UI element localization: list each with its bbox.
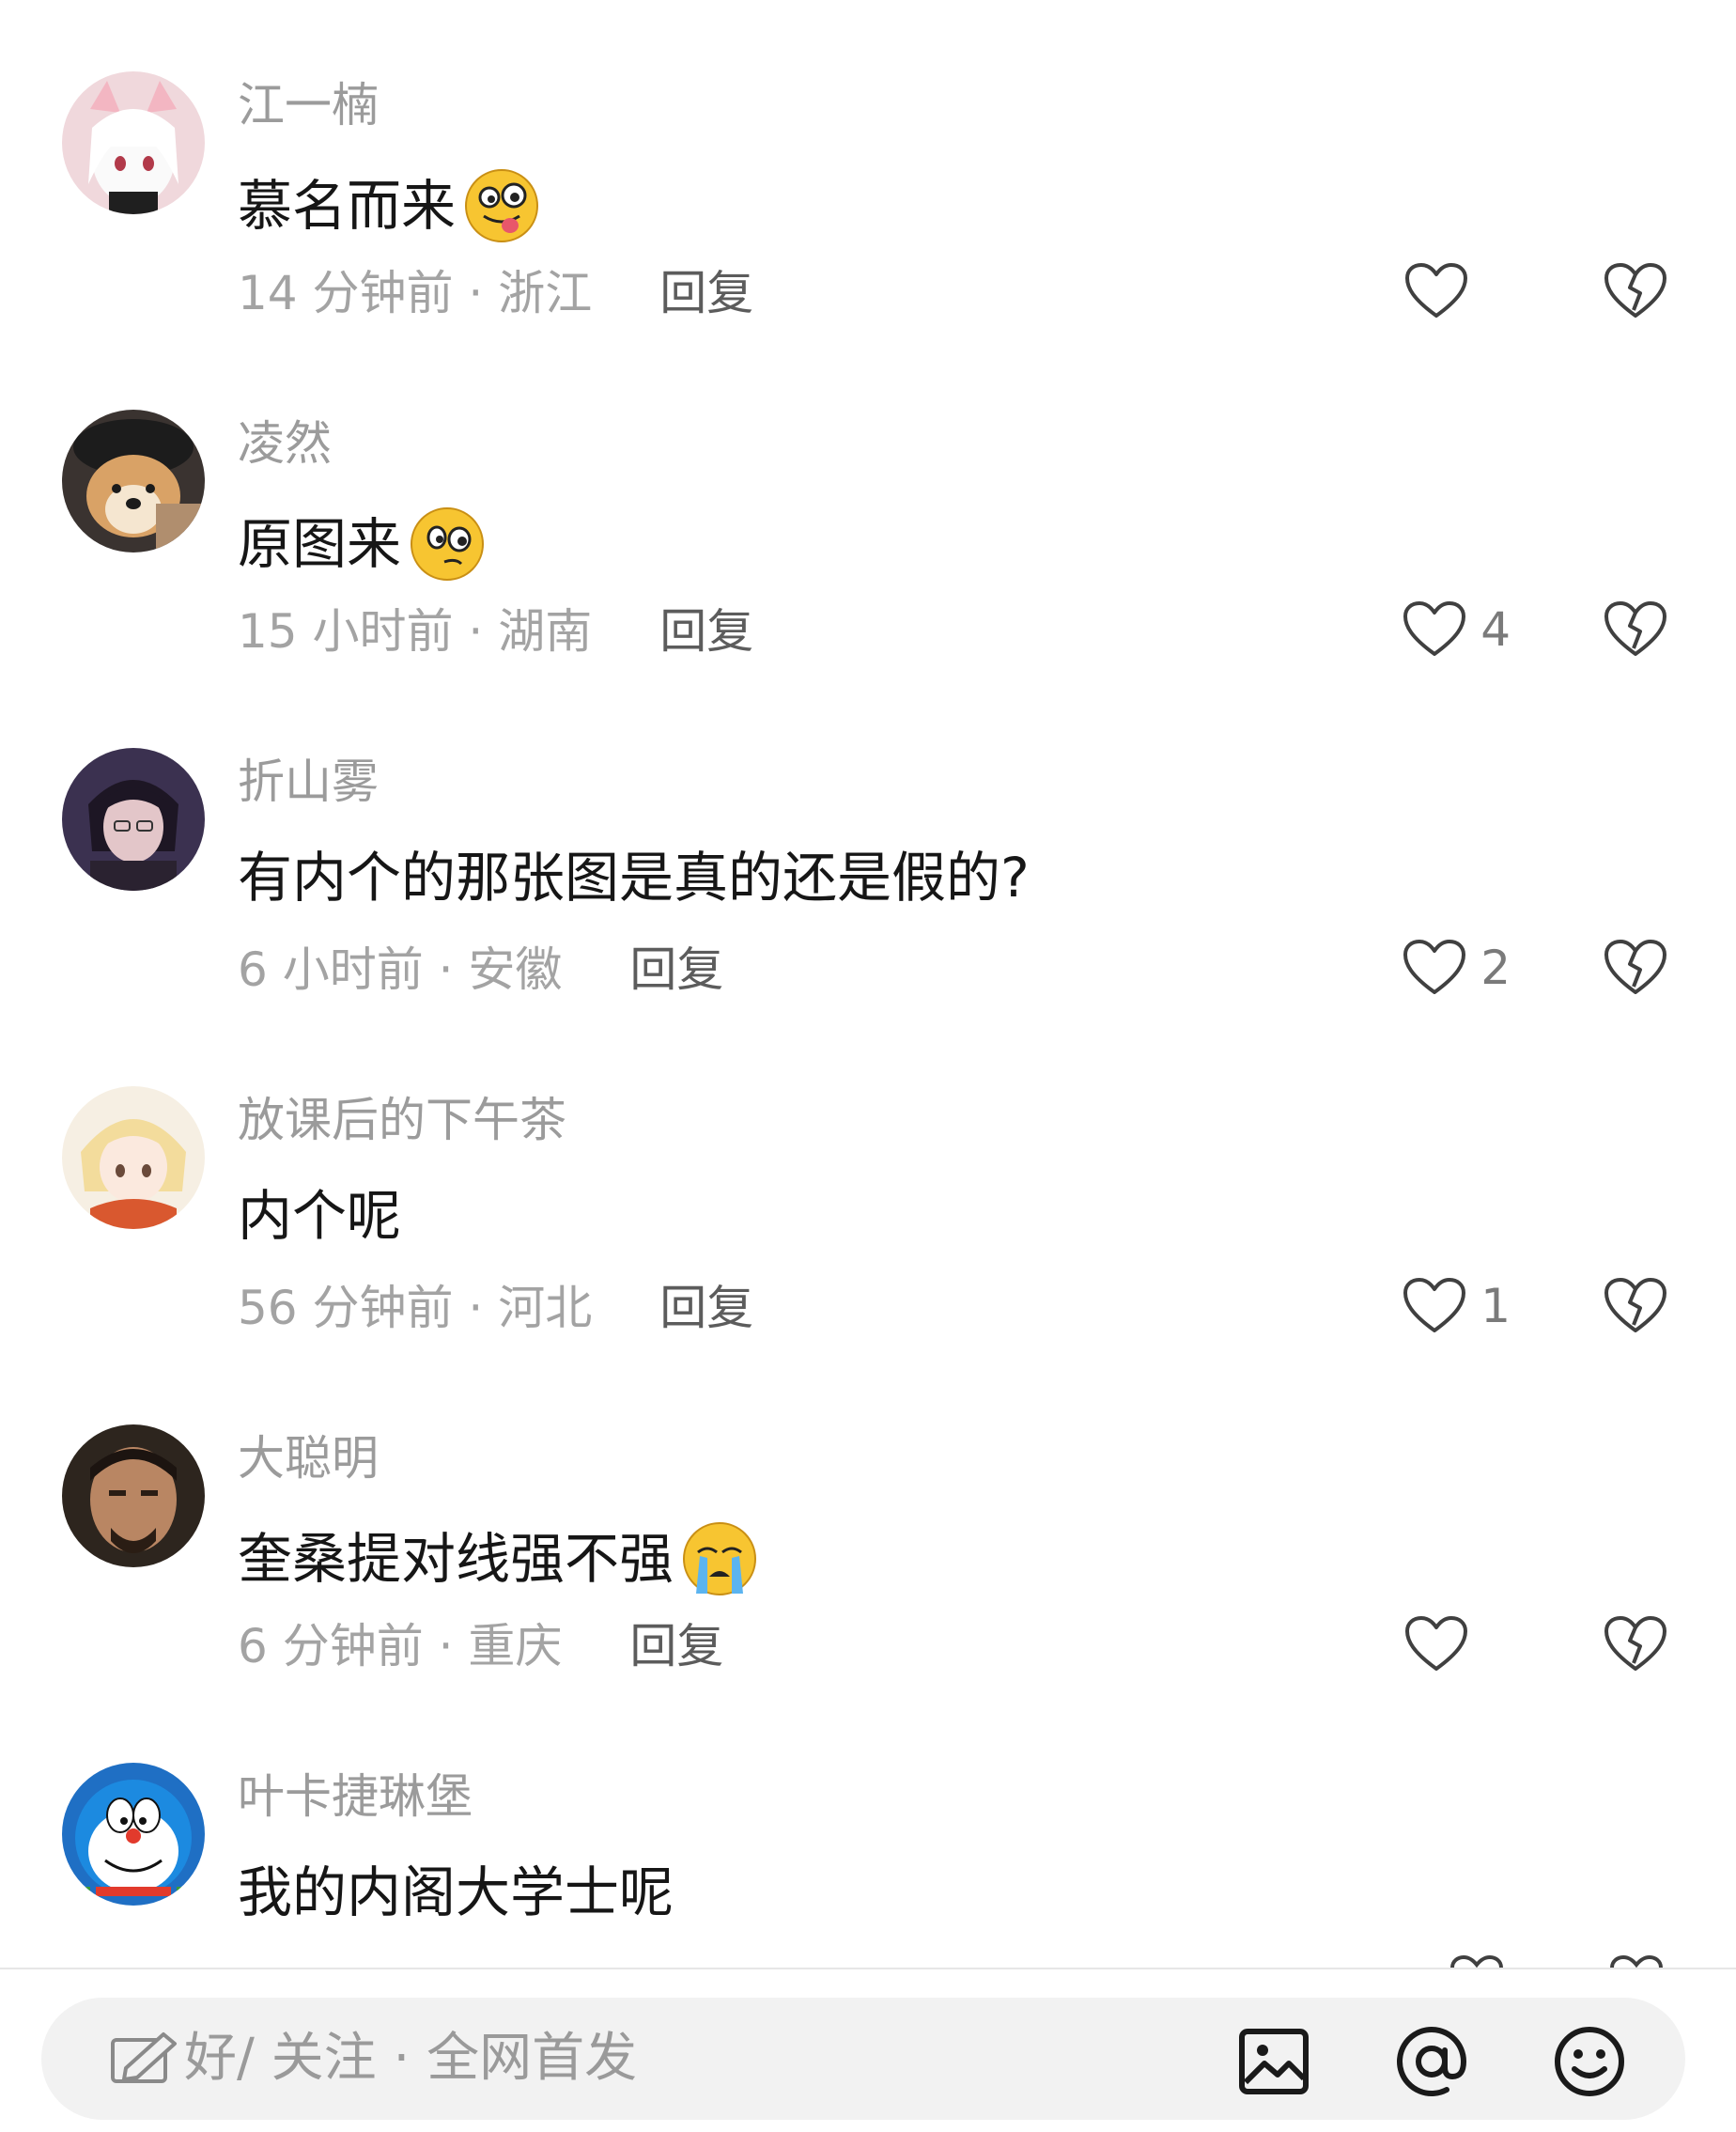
comment-item: 大聪明 奎桑提对线强不强 6 分钟前 · 重庆 回复 [0,1353,1736,1691]
avatar[interactable] [62,1763,205,1906]
comment-location: 浙江 [498,266,593,320]
comment-location: 安徽 [468,942,563,997]
comment-text-body: 我的内阁大学士呢 [238,1860,674,1924]
meta-separator: · [453,604,499,659]
username[interactable]: 折山雾 [238,752,379,812]
like-button[interactable] [1403,254,1511,329]
comment-location: 河北 [498,1281,593,1335]
like-button[interactable]: 4 [1402,592,1511,667]
heart-icon [1403,261,1469,321]
tongue-emoji-icon [461,165,542,246]
comment-text: 奎桑提对线强不强 [238,1518,760,1599]
comment-text: 我的内阁大学士呢 [238,1857,674,1928]
comment-item: 叶卡捷琳堡 我的内阁大学士呢 [0,1691,1736,2030]
avatar[interactable] [62,1424,205,1567]
meta-separator: · [453,266,499,320]
broken-heart-icon[interactable] [1603,938,1668,998]
divider [0,1968,1736,1969]
reply-button[interactable]: 回复 [629,1616,723,1676]
comment-time: 14 分钟前 [238,266,454,320]
comment-meta: 6 分钟前 · 重庆 回复 [238,1616,723,1676]
comment-text: 内个呢 [238,1180,401,1252]
comment-item: 江一楠 慕名而来 14 分钟前 · 浙江 回复 [0,0,1736,338]
username[interactable]: 江一楠 [238,75,379,135]
at-icon[interactable] [1394,2024,1469,2099]
meta-separator: · [423,1619,469,1673]
broken-heart-icon[interactable] [1603,599,1668,660]
comment-time: 15 小时前 [238,604,454,659]
comment-input-placeholder[interactable]: 好/ 关注 · 全网首发 [109,2028,637,2090]
comment-text-body: 慕名而来 [238,174,457,238]
crying-emoji-icon [679,1518,760,1599]
like-button[interactable]: 1 [1402,1268,1511,1344]
comment-text-body: 奎桑提对线强不强 [238,1527,674,1591]
comment-location: 湖南 [498,604,593,659]
like-button[interactable]: 2 [1402,930,1511,1005]
heart-icon [1402,938,1467,998]
comment-text-body: 内个呢 [238,1184,402,1248]
meta-separator: · [423,942,469,997]
like-button[interactable] [1403,1607,1511,1682]
username[interactable]: 凌然 [238,413,332,474]
emoji-icon[interactable] [1552,2024,1627,2099]
like-count: 4 [1480,602,1511,657]
like-count: 1 [1480,1279,1511,1333]
broken-heart-icon[interactable] [1603,1276,1668,1336]
username[interactable]: 叶卡捷琳堡 [238,1766,473,1827]
like-count: 2 [1480,941,1511,995]
avatar[interactable] [62,748,205,891]
avatar[interactable] [62,410,205,552]
smirk-emoji-icon [407,504,488,584]
heart-icon [1403,1614,1469,1674]
avatar[interactable] [62,71,205,214]
comment-meta: 15 小时前 · 湖南 回复 [238,601,753,661]
reply-button[interactable]: 回复 [629,940,723,1000]
username[interactable]: 放课后的下午茶 [238,1090,566,1150]
comment-meta: 14 分钟前 · 浙江 回复 [238,263,753,323]
comment-input-bar[interactable]: 好/ 关注 · 全网首发 [41,1998,1685,2120]
comment-text: 有内个的那张图是真的还是假的? [238,842,1030,913]
comment-meta: 6 小时前 · 安徽 回复 [238,940,723,1000]
comment-item: 凌然 原图来 15 小时前 · 湖南 回复 4 [0,338,1736,677]
broken-heart-icon[interactable] [1603,261,1668,321]
comment-item: 折山雾 有内个的那张图是真的还是假的? 6 小时前 · 安徽 回复 2 [0,677,1736,1015]
heart-icon [1402,599,1467,660]
comment-location: 重庆 [468,1619,563,1673]
heart-icon [1402,1276,1467,1336]
reply-button[interactable]: 回复 [659,263,753,323]
reply-button[interactable]: 回复 [659,601,753,661]
placeholder-text: 好/ 关注 · 全网首发 [184,2028,638,2089]
comment-text-body: 原图来 [238,512,402,576]
comment-time: 56 分钟前 [238,1281,454,1335]
avatar[interactable] [62,1086,205,1229]
comment-time: 6 小时前 [238,942,424,997]
comment-item: 放课后的下午茶 内个呢 56 分钟前 · 河北 回复 1 [0,1015,1736,1353]
comment-meta: 56 分钟前 · 河北 回复 [238,1278,753,1338]
pen-icon [109,2031,184,2087]
reply-button[interactable]: 回复 [659,1278,753,1338]
meta-separator: · [453,1281,499,1335]
image-icon[interactable] [1236,2024,1311,2099]
broken-heart-icon[interactable] [1603,1614,1668,1674]
comment-text: 原图来 [238,504,488,584]
username[interactable]: 大聪明 [238,1428,379,1488]
comment-time: 6 分钟前 [238,1619,424,1673]
comment-text-body: 有内个的那张图是真的还是假的? [238,846,1030,910]
comment-text: 慕名而来 [238,165,542,246]
